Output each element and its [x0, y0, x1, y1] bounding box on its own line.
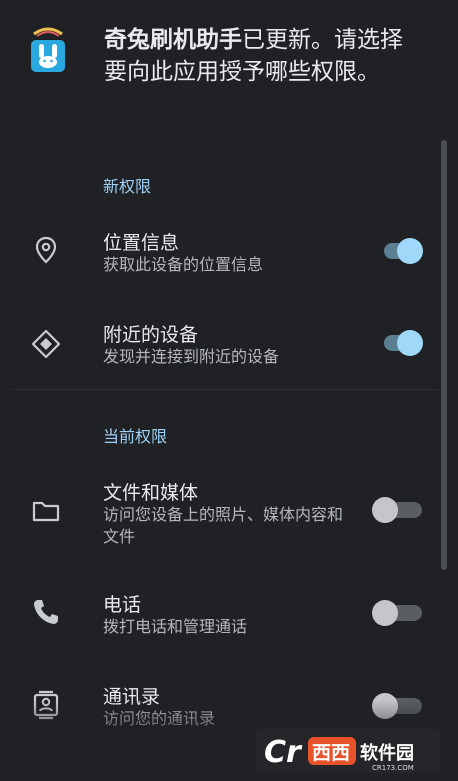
contacts-toggle[interactable] [372, 691, 422, 721]
permission-desc: 访问您的通讯录 [103, 709, 216, 728]
permission-title: 文件和媒体 [103, 482, 199, 504]
permission-desc: 拨打电话和管理通话 [103, 617, 248, 636]
svg-text:CR173.COM: CR173.COM [372, 764, 414, 772]
permission-item-phone[interactable]: 电话 拨打电话和管理通话 [0, 584, 440, 654]
permission-item-nearby-devices[interactable]: 附近的设备 发现并连接到附近的设备 [0, 312, 440, 382]
permission-title: 位置信息 [103, 232, 180, 254]
toggle-thumb [372, 497, 398, 523]
section-title-current: 当前权限 [103, 427, 168, 446]
permission-title: 电话 [103, 594, 142, 616]
permission-title: 通讯录 [103, 686, 161, 708]
scrollbar[interactable] [441, 140, 447, 570]
svg-text:西西: 西西 [312, 742, 350, 764]
permission-title: 附近的设备 [103, 324, 199, 346]
nearby-devices-toggle[interactable] [372, 328, 423, 358]
header-message: 奇兔刷机助手已更新。请选择要向此应用授予哪些权限。 [104, 24, 424, 88]
svg-text:Cr: Cr [264, 735, 303, 770]
folder-icon [32, 501, 60, 522]
divider [12, 389, 438, 390]
permission-item-location[interactable]: 位置信息 获取此设备的位置信息 [0, 220, 440, 290]
toggle-thumb [372, 693, 398, 719]
location-pin-icon [35, 236, 57, 264]
toggle-thumb [397, 330, 423, 356]
contacts-icon [33, 690, 59, 720]
files-media-toggle[interactable] [372, 495, 422, 525]
section-title-new: 新权限 [103, 177, 152, 196]
app-icon [31, 27, 65, 72]
permission-desc: 访问您设备上的照片、媒体内容和文件 [103, 505, 344, 546]
header: 奇兔刷机助手已更新。请选择要向此应用授予哪些权限。 [0, 0, 458, 130]
phone-toggle[interactable] [372, 598, 422, 628]
permission-item-files-media[interactable]: 文件和媒体 访问您设备上的照片、媒体内容和文件 [0, 470, 440, 560]
phone-icon [34, 600, 58, 624]
app-name: 奇兔刷机助手 [104, 27, 242, 53]
location-toggle[interactable] [372, 236, 423, 266]
svg-text:软件园: 软件园 [360, 742, 414, 764]
watermark-logo: Cr 西西 软件园 CR173.COM [256, 729, 440, 773]
permission-desc: 发现并连接到附近的设备 [103, 347, 280, 366]
permission-desc: 获取此设备的位置信息 [103, 255, 264, 274]
toggle-thumb [372, 600, 398, 626]
permission-screen: 奇兔刷机助手已更新。请选择要向此应用授予哪些权限。 新权限 位置信息 获取此设备… [0, 0, 458, 781]
nearby-devices-icon [31, 329, 61, 359]
toggle-thumb [397, 238, 423, 264]
